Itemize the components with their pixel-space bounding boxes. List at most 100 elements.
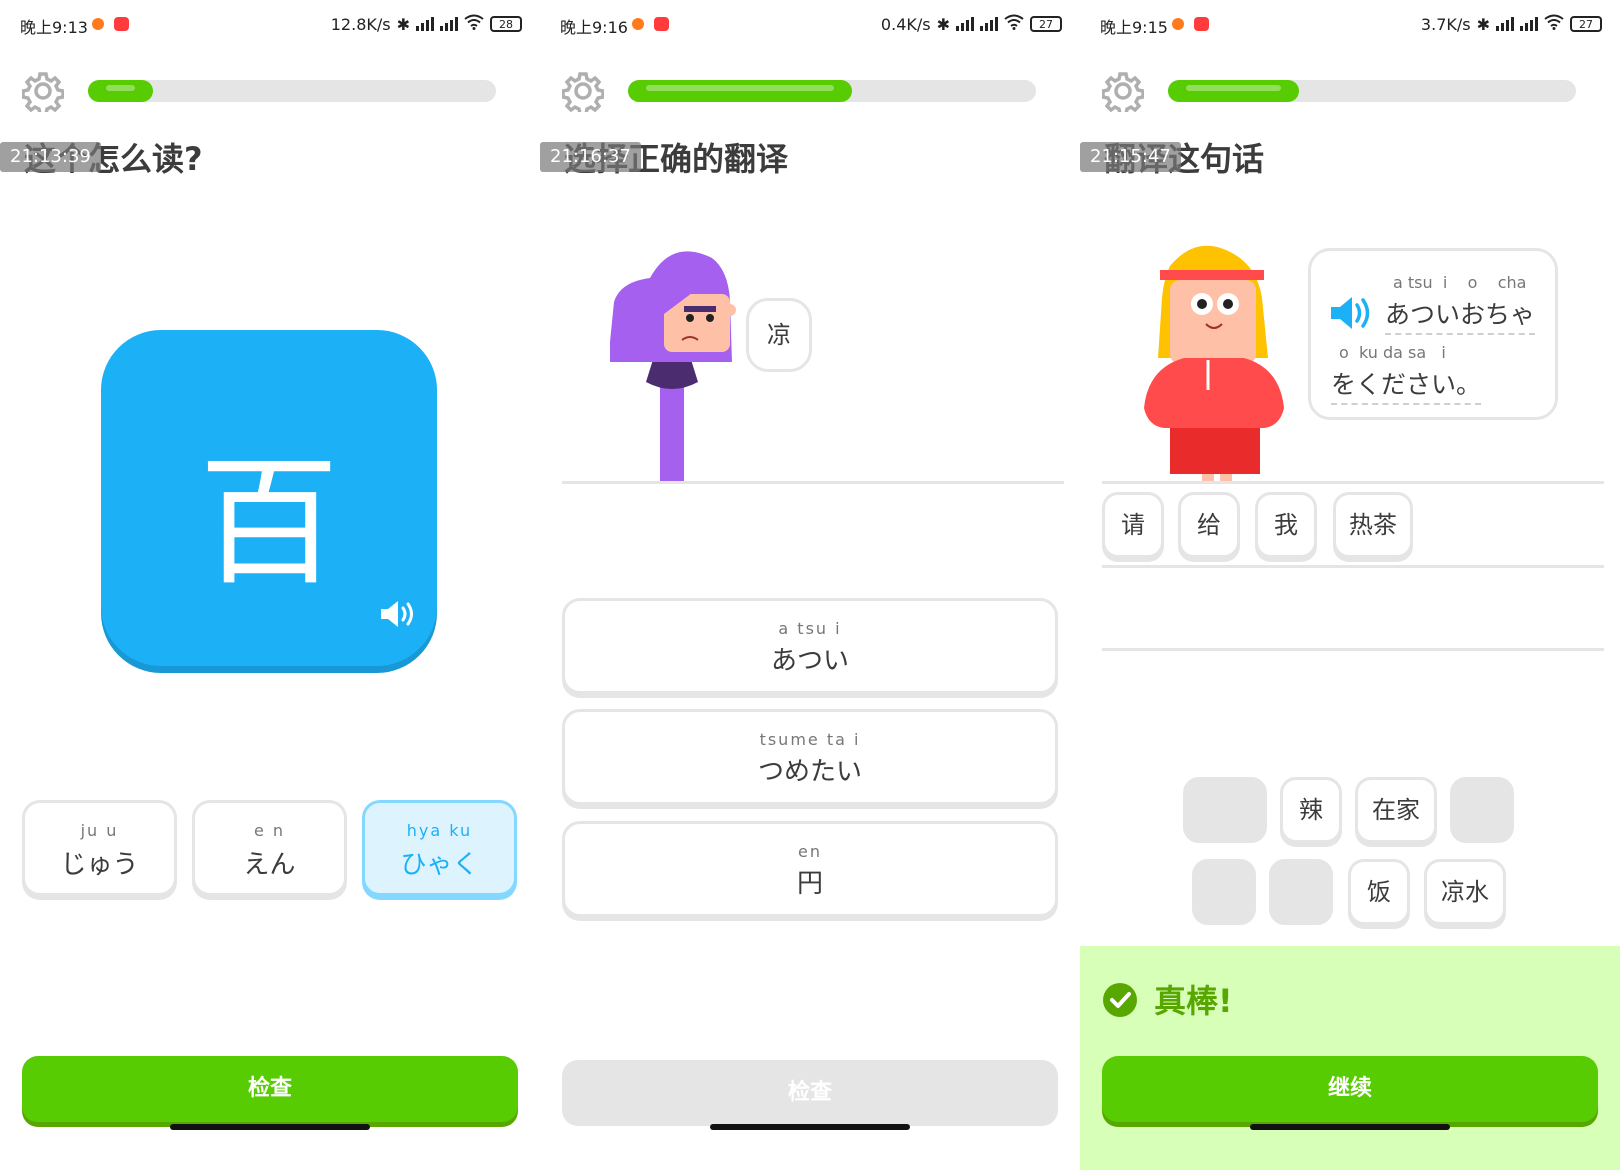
choice-furigana: tsume ta i: [759, 730, 861, 749]
lesson-progress-bar: [88, 80, 496, 102]
progress-fill: [1168, 80, 1299, 102]
signal-icon-2: [980, 17, 998, 31]
word-bank-chip[interactable]: 在家: [1355, 777, 1437, 843]
home-indicator[interactable]: [1250, 1124, 1450, 1130]
app-notification-icon: [654, 17, 669, 31]
choice-kana: あつい: [770, 646, 849, 676]
feedback-text: 真棒!: [1154, 982, 1233, 1020]
bluetooth-icon: ✱: [1476, 14, 1490, 34]
notification-icon: [632, 18, 644, 30]
screen-pronunciation: 晚上9:13 12.8K/s ✱ 28 这个怎么读? 21:13:39 百 ju…: [0, 0, 540, 1170]
choice-atsui[interactable]: a tsu i あつい: [562, 598, 1058, 694]
divider: [562, 481, 1064, 484]
network-speed: 12.8K/s: [330, 14, 391, 34]
home-indicator[interactable]: [710, 1124, 910, 1130]
word-bank-empty-slot: [1183, 777, 1267, 843]
kanji-character: 百: [198, 442, 339, 605]
screen-translate-sentence: 晚上9:15 3.7K/s ✱ 27 翻译这句话 21:15:47 a tsu …: [1080, 0, 1620, 1170]
option-furigana: e n: [253, 821, 286, 840]
option-kana: えん: [243, 850, 296, 880]
progress-shine: [646, 85, 835, 91]
answer-word[interactable]: 给: [1178, 492, 1240, 558]
progress-shine: [1186, 85, 1281, 91]
option-kana: じゅう: [60, 850, 139, 880]
lesson-progress-bar: [1168, 80, 1576, 102]
home-indicator[interactable]: [170, 1124, 370, 1130]
app-notification-icon: [114, 17, 129, 31]
answer-word[interactable]: 热茶: [1333, 492, 1413, 558]
battery-icon: 28: [490, 16, 522, 32]
signal-icon-2: [1520, 17, 1538, 31]
signal-icon: [956, 17, 974, 31]
speaker-icon[interactable]: [1329, 295, 1375, 331]
option-juu[interactable]: ju u じゅう: [22, 800, 177, 896]
timestamp-overlay: 21:15:47: [1080, 142, 1181, 172]
progress-shine: [106, 85, 136, 91]
word-bank-chip[interactable]: 辣: [1280, 777, 1342, 843]
option-en[interactable]: e n えん: [192, 800, 347, 896]
status-time: 晚上9:15: [1100, 18, 1168, 37]
word-bank-empty-slot: [1269, 859, 1333, 925]
bluetooth-icon: ✱: [936, 14, 950, 34]
timestamp-overlay: 21:16:37: [540, 142, 641, 172]
signal-icon: [416, 17, 434, 31]
word-bank-empty-slot: [1192, 859, 1256, 925]
answer-line-2: [1102, 648, 1604, 651]
speech-bubble: 凉: [746, 298, 812, 372]
character-illustration: [610, 251, 736, 484]
check-button-disabled[interactable]: 检查: [562, 1060, 1058, 1126]
choice-tsumetai[interactable]: tsume ta i つめたい: [562, 709, 1058, 805]
settings-gear-icon[interactable]: [22, 70, 64, 112]
answer-line-1: [1102, 565, 1604, 568]
screen-choose-translation: 晚上9:16 0.4K/s ✱ 27 选择正确的翻译 21:16:37 凉 a …: [540, 0, 1080, 1170]
speech-bubble: a tsu i o cha あついおちゃ o ku da sa i をください。: [1308, 248, 1558, 420]
lesson-progress-bar: [628, 80, 1036, 102]
answer-word[interactable]: 我: [1255, 492, 1317, 558]
choice-furigana: en: [798, 842, 822, 861]
word-bank-chip[interactable]: 凉水: [1424, 859, 1506, 925]
word-bank-empty-slot: [1450, 777, 1514, 843]
choice-en[interactable]: en 円: [562, 821, 1058, 917]
network-speed: 3.7K/s: [1420, 14, 1471, 34]
choice-furigana: a tsu i: [778, 619, 842, 638]
bubble-line2-furigana: o ku da sa i: [1339, 343, 1446, 362]
signal-icon-2: [440, 17, 458, 31]
answer-word[interactable]: 请: [1102, 492, 1164, 558]
notification-icon: [1172, 18, 1184, 30]
continue-button[interactable]: 继续: [1102, 1056, 1598, 1122]
check-circle-icon: [1103, 983, 1137, 1017]
wifi-icon: [1544, 14, 1564, 34]
choice-kana: 円: [796, 869, 823, 899]
settings-gear-icon[interactable]: [1102, 70, 1144, 112]
wifi-icon: [464, 14, 484, 34]
status-bar: 晚上9:15 3.7K/s ✱ 27: [1080, 10, 1620, 38]
app-notification-icon: [1194, 17, 1209, 31]
option-furigana: ju u: [80, 821, 119, 840]
character-illustration: [1144, 245, 1284, 482]
settings-gear-icon[interactable]: [562, 70, 604, 112]
status-bar: 晚上9:16 0.4K/s ✱ 27: [540, 10, 1080, 38]
signal-icon: [1496, 17, 1514, 31]
check-button[interactable]: 检查: [22, 1056, 518, 1122]
status-bar: 晚上9:13 12.8K/s ✱ 28: [0, 10, 540, 38]
word-bank-chip[interactable]: 饭: [1348, 859, 1410, 925]
battery-icon: 27: [1030, 16, 1062, 32]
network-speed: 0.4K/s: [880, 14, 931, 34]
kanji-card[interactable]: 百: [101, 330, 437, 666]
option-kana: ひゃく: [400, 850, 479, 880]
progress-fill: [628, 80, 853, 102]
divider: [1102, 481, 1604, 484]
bubble-line1-furigana: a tsu i o cha: [1393, 273, 1527, 292]
option-hyaku[interactable]: hya ku ひゃく: [362, 800, 517, 896]
bubble-line2[interactable]: をください。: [1331, 365, 1482, 405]
bubble-line1[interactable]: あついおちゃ: [1385, 295, 1536, 335]
option-furigana: hya ku: [406, 821, 473, 840]
status-time: 晚上9:13: [20, 18, 88, 37]
notification-icon: [92, 18, 104, 30]
bubble-text[interactable]: 凉: [749, 301, 809, 369]
choice-kana: つめたい: [757, 757, 862, 787]
speaker-icon[interactable]: [379, 598, 417, 630]
progress-fill: [88, 80, 154, 102]
timestamp-overlay: 21:13:39: [0, 142, 101, 172]
bluetooth-icon: ✱: [396, 14, 410, 34]
